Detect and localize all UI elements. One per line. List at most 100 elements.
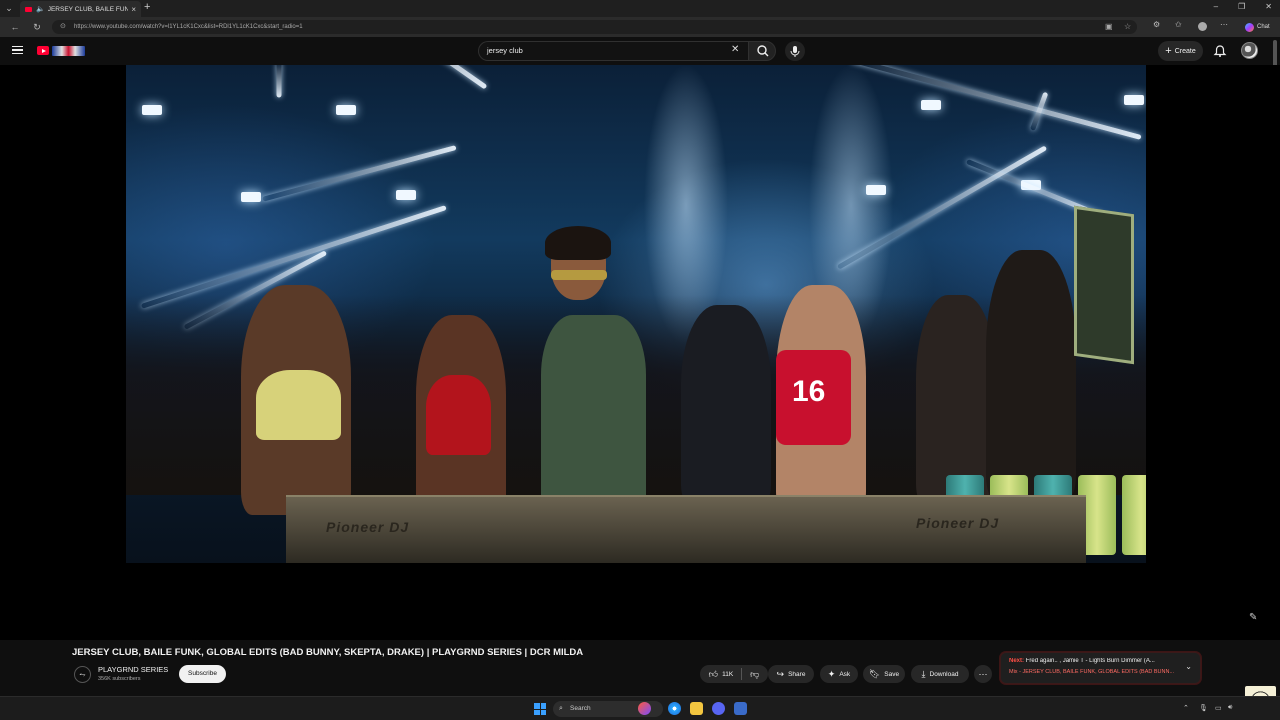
window-close-icon[interactable]: ✕ bbox=[1265, 2, 1272, 11]
ask-label: Ask bbox=[839, 670, 851, 678]
video-frame[interactable]: 16 Pioneer DJ Pioneer DJ bbox=[126, 65, 1146, 563]
tray-network-icon[interactable]: ▭ bbox=[1215, 704, 1222, 712]
restore-icon[interactable]: ❐ bbox=[1238, 2, 1245, 11]
plus-icon: + bbox=[1165, 45, 1172, 57]
account-avatar[interactable] bbox=[1241, 42, 1258, 59]
audio-playing-icon[interactable]: 🔈 bbox=[36, 5, 45, 13]
next-up-line: Next: Fred again.. , Jamie T - Lights Bu… bbox=[1009, 658, 1192, 664]
ask-button[interactable]: ✦ Ask bbox=[820, 665, 858, 683]
next-up-card[interactable]: Next: Fred again.. , Jamie T - Lights Bu… bbox=[1000, 652, 1201, 684]
deck-brand-right: Pioneer DJ bbox=[916, 515, 1000, 531]
subscriber-count: 356K subscribers bbox=[98, 676, 141, 682]
save-button[interactable]: 🔖︎ Save bbox=[863, 665, 905, 683]
bookmark-icon: 🔖︎ bbox=[868, 668, 881, 679]
channel-avatar[interactable]: ⥊ bbox=[74, 666, 91, 683]
youtube-header: jersey club ✕ + Create bbox=[0, 37, 1280, 65]
like-thumb-icon[interactable]: 👍︎ bbox=[709, 669, 718, 680]
windows-taskbar: ⌕ Search ⌃ 🎙︎ ▭ 🔊︎ bbox=[0, 696, 1280, 720]
like-dislike-group: 👍︎ 11K 👎︎ bbox=[700, 665, 768, 683]
light-beam bbox=[276, 65, 282, 98]
drink-can bbox=[1122, 475, 1146, 555]
search-icon bbox=[757, 45, 769, 57]
discord-icon[interactable] bbox=[712, 702, 725, 715]
browser-tab-strip: ⌄ 🔈 JERSEY CLUB, BAILE FUNK, G × + – ❐ ✕ bbox=[0, 0, 1280, 17]
create-button[interactable]: + Create bbox=[1158, 41, 1203, 61]
comment-overlay-icon[interactable]: ✎ bbox=[1249, 612, 1257, 623]
deck-brand-left: Pioneer DJ bbox=[326, 519, 410, 535]
tab-close-icon[interactable]: × bbox=[131, 5, 136, 14]
extensions-icon[interactable]: ⚙ bbox=[1153, 20, 1160, 29]
microphone-icon bbox=[790, 46, 800, 57]
share-arrow-icon: ↪ bbox=[776, 668, 785, 679]
refresh-icon[interactable]: ↻ bbox=[30, 22, 44, 33]
light-beam bbox=[262, 145, 457, 202]
light-beam bbox=[296, 65, 488, 90]
download-icon: ⤓ bbox=[921, 668, 926, 679]
stage-light bbox=[396, 190, 416, 200]
split-screen-icon[interactable]: ▣ bbox=[1105, 20, 1113, 34]
stage-light bbox=[921, 100, 941, 110]
search-button[interactable] bbox=[748, 41, 776, 61]
favorite-star-icon[interactable]: ☆ bbox=[1124, 20, 1131, 34]
dj-sunglasses bbox=[551, 270, 607, 280]
edge-browser-icon[interactable] bbox=[668, 702, 681, 715]
like-divider bbox=[741, 668, 743, 680]
back-arrow-icon[interactable]: ← bbox=[8, 22, 22, 32]
url-text: https://www.youtube.com/watch?v=l1YL1cK1… bbox=[74, 24, 303, 30]
minimize-icon[interactable]: – bbox=[1214, 2, 1218, 11]
search-icon: ⌕ bbox=[559, 705, 563, 712]
share-label: Share bbox=[788, 670, 806, 678]
clear-search-icon[interactable]: ✕ bbox=[731, 44, 739, 55]
profile-avatar[interactable] bbox=[1198, 22, 1207, 31]
jersey-shirt: 16 bbox=[776, 350, 851, 445]
crowd-person-top bbox=[426, 375, 491, 455]
channel-name[interactable]: PLAYGRND SERIES bbox=[98, 665, 168, 674]
new-tab-plus-icon[interactable]: + bbox=[144, 1, 150, 13]
dislike-thumb-icon[interactable]: 👎︎ bbox=[750, 669, 759, 680]
menu-hamburger-icon[interactable] bbox=[12, 46, 23, 55]
create-label: Create bbox=[1174, 47, 1196, 55]
light-beam bbox=[850, 65, 1142, 140]
share-button[interactable]: ↪ Share bbox=[768, 665, 814, 683]
video-title: JERSEY CLUB, BAILE FUNK, GLOBAL EDITS (B… bbox=[72, 647, 584, 658]
shirt-number: 16 bbox=[792, 375, 826, 408]
dj-laptop bbox=[1074, 205, 1134, 365]
search-input[interactable]: jersey club bbox=[478, 41, 748, 61]
more-options-icon[interactable]: ⋯ bbox=[1220, 20, 1228, 29]
browser-toolbar: ← ↻ ⊙ https://www.youtube.com/watch?v=l1… bbox=[0, 17, 1280, 37]
stage-light bbox=[336, 105, 356, 115]
tab-actions-chevron-icon[interactable]: ⌄ bbox=[0, 0, 18, 17]
crowd-person bbox=[681, 305, 771, 505]
subscribe-button[interactable]: Subscribe bbox=[179, 665, 226, 683]
file-explorer-icon[interactable] bbox=[690, 702, 703, 715]
more-actions-button[interactable]: ⋯ bbox=[974, 665, 992, 683]
dj-performer bbox=[521, 226, 661, 515]
chevron-down-icon[interactable]: ⌄ bbox=[1185, 662, 1192, 671]
site-info-icon[interactable]: ⊙ bbox=[60, 20, 66, 34]
pinned-app-icon[interactable] bbox=[638, 702, 651, 715]
pinned-app-icon-2[interactable] bbox=[734, 702, 747, 715]
browser-tab-active[interactable]: 🔈 JERSEY CLUB, BAILE FUNK, G × bbox=[20, 1, 141, 17]
youtube-doodle-flag[interactable] bbox=[52, 46, 85, 56]
video-player[interactable]: 16 Pioneer DJ Pioneer DJ ✎ bbox=[0, 65, 1280, 640]
voice-search-button[interactable] bbox=[785, 41, 805, 61]
sparkle-icon: ✦ bbox=[827, 668, 836, 679]
crowd-person bbox=[916, 295, 996, 505]
youtube-logo-icon[interactable] bbox=[37, 46, 49, 55]
notifications-bell-icon[interactable] bbox=[1213, 44, 1227, 58]
copilot-chat-button[interactable]: Chat bbox=[1241, 20, 1274, 34]
chat-label: Chat bbox=[1257, 24, 1270, 30]
favorites-icon[interactable]: ✩ bbox=[1175, 20, 1182, 29]
windows-start-icon[interactable] bbox=[534, 703, 546, 715]
tray-volume-icon[interactable]: 🔊︎ bbox=[1228, 704, 1232, 712]
address-bar[interactable]: ⊙ https://www.youtube.com/watch?v=l1YL1c… bbox=[52, 20, 1137, 34]
stage-light bbox=[866, 185, 886, 195]
more-horizontal-icon: ⋯ bbox=[978, 668, 988, 679]
tab-title: JERSEY CLUB, BAILE FUNK, G bbox=[47, 5, 129, 13]
next-mix: Mix - JERSEY CLUB, BAILE FUNK, GLOBAL ED… bbox=[1009, 669, 1175, 675]
download-button[interactable]: ⤓ Download bbox=[911, 665, 969, 683]
crowd-person bbox=[986, 250, 1076, 500]
like-count[interactable]: 11K bbox=[722, 671, 733, 678]
tray-expand-icon[interactable]: ⌃ bbox=[1183, 704, 1189, 712]
tray-mic-icon[interactable]: 🎙︎ bbox=[1199, 704, 1208, 712]
